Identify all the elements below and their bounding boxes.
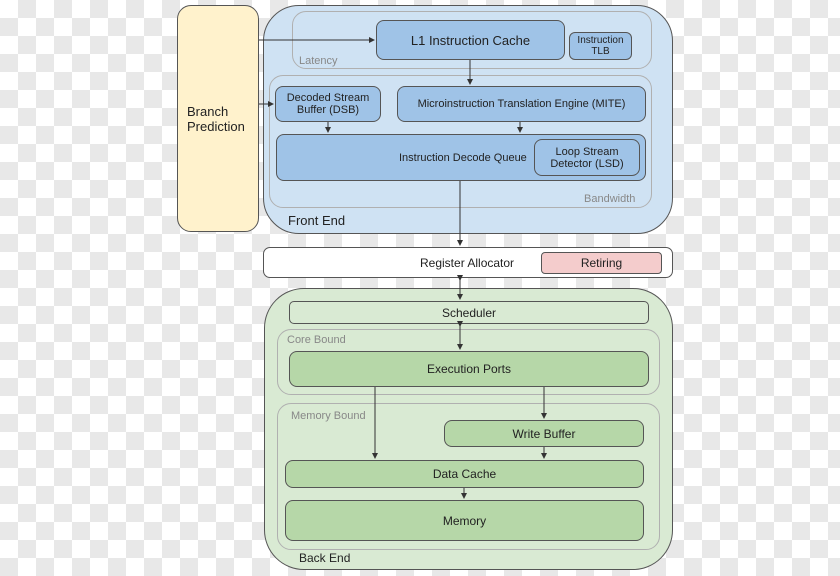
connector-arrows: [259, 37, 547, 499]
